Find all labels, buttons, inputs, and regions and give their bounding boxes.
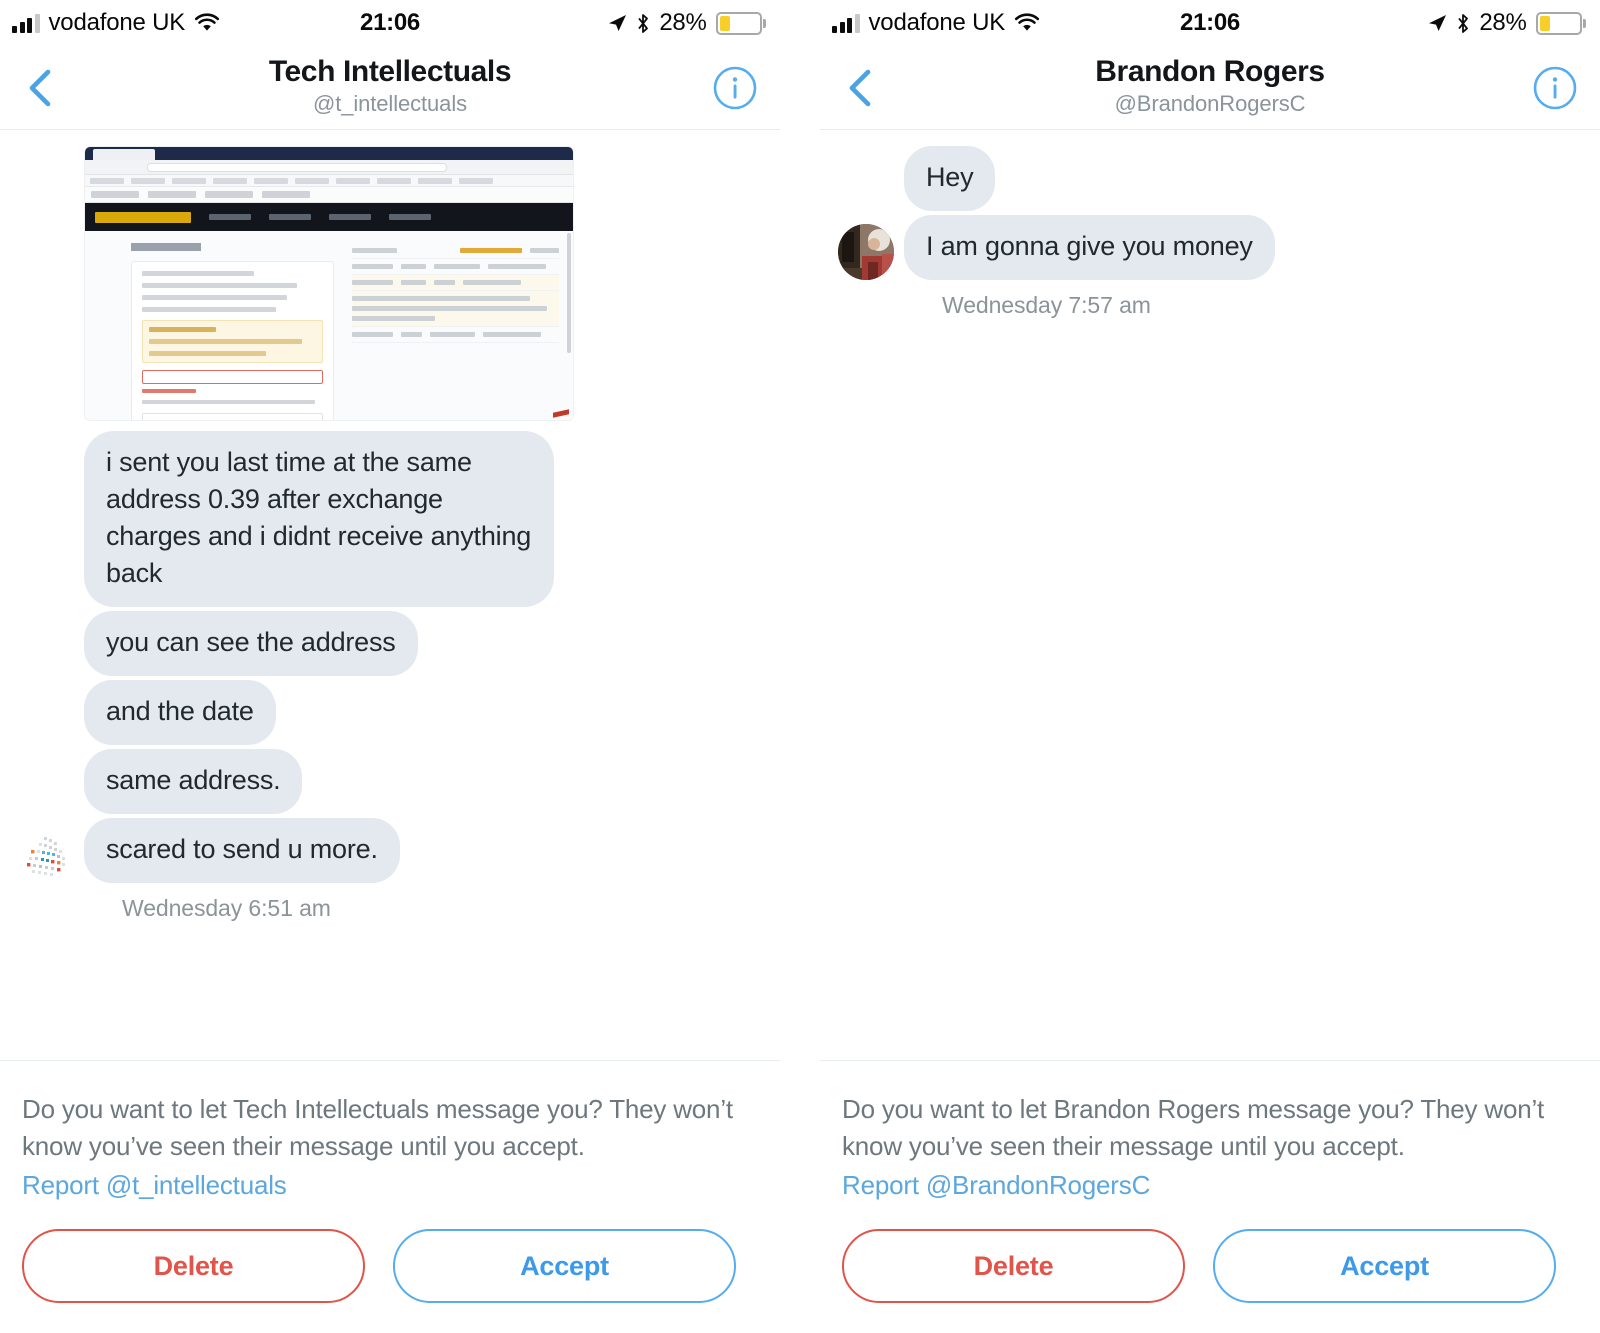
battery-percent-label: 28% — [1479, 9, 1527, 36]
avatar-slot — [838, 224, 904, 280]
delete-button[interactable]: Delete — [22, 1229, 365, 1303]
avatar-slot — [18, 689, 84, 745]
message-bubble: Hey — [904, 146, 996, 211]
browser-screenshot-render — [85, 147, 573, 420]
carrier-label: vodafone UK — [48, 9, 186, 36]
message-bubble: scared to send u more. — [84, 818, 400, 883]
carrier-label: vodafone UK — [868, 9, 1006, 36]
page-title: Tech Intellectuals — [268, 55, 512, 88]
status-bar-right: 28% — [607, 9, 766, 37]
bluetooth-icon — [636, 13, 650, 34]
location-arrow-icon — [607, 13, 627, 33]
delete-button[interactable]: Delete — [842, 1229, 1185, 1303]
message-bubble: and the date — [84, 680, 276, 745]
info-button[interactable] — [712, 65, 758, 111]
message-attachment-row — [0, 146, 780, 421]
signal-bars-icon — [832, 13, 860, 33]
back-button[interactable] — [846, 62, 890, 114]
message-timestamp: Wednesday 7:57 am — [942, 292, 1151, 318]
page-handle: @t_intellectuals — [312, 91, 468, 116]
battery-percent-label: 28% — [659, 9, 707, 36]
avatar-slot — [838, 155, 904, 211]
info-button[interactable] — [1532, 65, 1578, 111]
message-request-footer: Do you want to let Tech Intellectuals me… — [0, 1060, 780, 1333]
accept-button[interactable]: Accept — [1213, 1229, 1556, 1303]
avatar[interactable] — [838, 224, 894, 280]
avatar-slot — [18, 758, 84, 814]
avatar-slot — [18, 365, 84, 421]
battery-fill — [719, 15, 731, 31]
signal-bars-icon — [12, 13, 40, 33]
request-actions: Delete Accept — [22, 1205, 758, 1333]
mesh-logo-icon — [27, 836, 65, 876]
dual-screenshot-container: vodafone UK 21:06 28% Tech Intellectuals… — [0, 0, 1600, 1333]
wifi-icon — [1014, 13, 1040, 33]
avatar-slot — [18, 620, 84, 676]
message-list[interactable]: Hey I am gonna give you money Wednesday … — [820, 130, 1600, 1060]
message-row: Hey — [820, 146, 1600, 211]
avatar[interactable] — [18, 827, 74, 883]
message-bubble: same address. — [84, 749, 303, 814]
back-button[interactable] — [26, 62, 70, 114]
status-bar-left: vodafone UK — [12, 9, 220, 37]
report-link[interactable]: Report @BrandonRogersC — [842, 1165, 1150, 1205]
wifi-icon — [194, 13, 220, 33]
message-row: same address. — [0, 749, 780, 814]
message-timestamp: Wednesday 6:51 am — [122, 895, 331, 921]
message-bubble: i sent you last time at the same address… — [84, 431, 554, 607]
navigation-bar: Tech Intellectuals @t_intellectuals — [0, 46, 780, 130]
message-bubble: you can see the address — [84, 611, 418, 676]
message-row: you can see the address — [0, 611, 780, 676]
message-row: scared to send u more. — [0, 818, 780, 883]
navigation-bar: Brandon Rogers @BrandonRogersC — [820, 46, 1600, 130]
page-title: Brandon Rogers — [1095, 55, 1325, 88]
message-row: and the date — [0, 680, 780, 745]
status-bar: vodafone UK 21:06 28% — [0, 0, 780, 46]
bluetooth-icon — [1456, 13, 1470, 34]
conversation-panel-right: vodafone UK 21:06 28% Brandon Rogers @Br… — [820, 0, 1600, 1333]
nav-title-block: Tech Intellectuals @t_intellectuals — [0, 54, 780, 118]
panel-separator — [780, 0, 820, 1333]
nav-title-block: Brandon Rogers @BrandonRogersC — [820, 54, 1600, 118]
message-request-prompt: Do you want to let Tech Intellectuals me… — [22, 1094, 733, 1161]
profile-photo-icon — [838, 224, 894, 280]
status-bar-right: 28% — [1427, 9, 1586, 37]
location-arrow-icon — [1427, 13, 1447, 33]
avatar-slot — [18, 551, 84, 607]
message-request-prompt: Do you want to let Brandon Rogers messag… — [842, 1094, 1545, 1161]
report-link[interactable]: Report @t_intellectuals — [22, 1165, 287, 1205]
message-row: i sent you last time at the same address… — [0, 431, 780, 607]
battery-fill — [1539, 15, 1551, 31]
status-bar: vodafone UK 21:06 28% — [820, 0, 1600, 46]
page-handle: @BrandonRogersC — [1114, 91, 1306, 116]
battery-icon — [1535, 11, 1586, 35]
accept-button[interactable]: Accept — [393, 1229, 736, 1303]
info-circle-icon — [713, 66, 757, 109]
conversation-panel-left: vodafone UK 21:06 28% Tech Intellectuals… — [0, 0, 780, 1333]
request-actions: Delete Accept — [842, 1205, 1578, 1333]
message-request-footer: Do you want to let Brandon Rogers messag… — [820, 1060, 1600, 1333]
message-row: I am gonna give you money — [820, 215, 1600, 280]
info-circle-icon — [1533, 66, 1577, 109]
status-bar-left: vodafone UK — [832, 9, 1040, 37]
message-bubble: I am gonna give you money — [904, 215, 1275, 280]
message-list[interactable]: i sent you last time at the same address… — [0, 130, 780, 1060]
avatar-slot — [18, 827, 84, 883]
battery-icon — [715, 11, 766, 35]
binance-withdrawal-screenshot[interactable] — [84, 146, 574, 421]
